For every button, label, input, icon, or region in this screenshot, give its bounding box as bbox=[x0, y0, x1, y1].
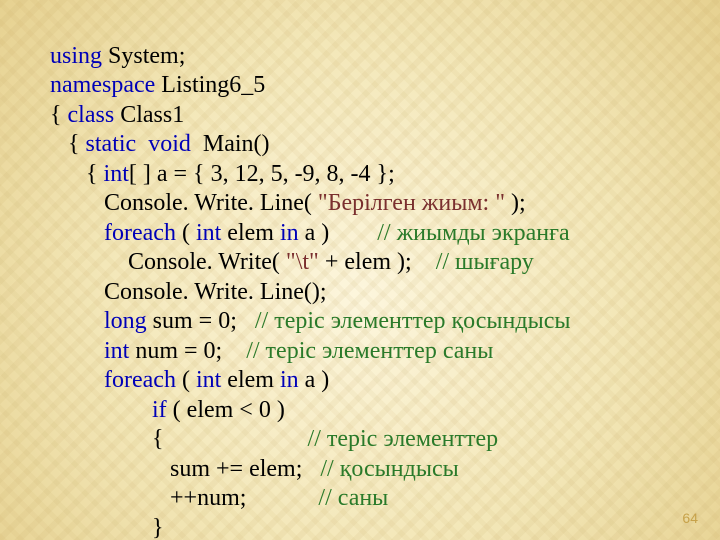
comment: // саны bbox=[318, 485, 388, 511]
code-text: elem bbox=[221, 367, 280, 393]
kw-if: if bbox=[152, 397, 167, 423]
code-text: Listing6_5 bbox=[155, 72, 265, 98]
code-text: { bbox=[50, 426, 308, 452]
code-text: sum += elem; bbox=[50, 456, 320, 482]
kw-class: class bbox=[68, 102, 115, 128]
kw-static: static bbox=[86, 131, 137, 157]
comment: // теріс элементтер bbox=[308, 426, 499, 452]
code-text: elem bbox=[221, 220, 280, 246]
code-text: num = 0; bbox=[129, 338, 246, 364]
code-text: System; bbox=[102, 43, 185, 69]
kw-in: in bbox=[280, 220, 299, 246]
code-text: } bbox=[50, 515, 164, 540]
code-text: Main() bbox=[191, 131, 270, 157]
page-number: 64 bbox=[682, 510, 698, 526]
kw-int: int bbox=[196, 367, 221, 393]
code-text: Console. Write. Line(); bbox=[50, 279, 327, 305]
kw-int: int bbox=[196, 220, 221, 246]
comment: // теріс элементтер қосындысы bbox=[255, 308, 571, 334]
comment: // теріс элементтер саны bbox=[246, 338, 493, 364]
code-text: { bbox=[50, 131, 86, 157]
kw-int: int bbox=[104, 161, 129, 187]
code-text bbox=[50, 397, 152, 423]
code-text: + elem ); bbox=[319, 249, 436, 275]
code-text: Console. Write( bbox=[50, 249, 286, 275]
code-text: a ) bbox=[299, 220, 378, 246]
code-text bbox=[50, 220, 104, 246]
kw-using: using bbox=[50, 43, 102, 69]
code-text: ( elem < 0 ) bbox=[167, 397, 285, 423]
kw-void: void bbox=[148, 131, 191, 157]
comment: // қосындысы bbox=[320, 456, 458, 482]
kw-foreach: foreach bbox=[104, 367, 176, 393]
code-text: ++num; bbox=[50, 485, 318, 511]
code-text: Console. Write. Line( bbox=[50, 190, 318, 216]
code-text bbox=[50, 308, 104, 334]
code-text bbox=[136, 131, 148, 157]
code-text: { bbox=[50, 102, 68, 128]
code-listing: using System; namespace Listing6_5 { cla… bbox=[50, 12, 571, 540]
code-text: ( bbox=[176, 220, 196, 246]
code-text: sum = 0; bbox=[147, 308, 255, 334]
kw-long: long bbox=[104, 308, 147, 334]
kw-namespace: namespace bbox=[50, 72, 155, 98]
kw-int: int bbox=[104, 338, 129, 364]
string-literal: "Берілген жиым: " bbox=[318, 190, 505, 216]
code-text: Class1 bbox=[114, 102, 184, 128]
code-text bbox=[50, 338, 104, 364]
code-text: a ) bbox=[299, 367, 330, 393]
comment: // жиымды экранға bbox=[377, 220, 569, 246]
code-text: { bbox=[50, 161, 104, 187]
comment: // шығару bbox=[436, 249, 534, 275]
code-text: ); bbox=[505, 190, 526, 216]
code-text: [ ] a = { 3, 12, 5, -9, 8, -4 }; bbox=[129, 161, 395, 187]
kw-in: in bbox=[280, 367, 299, 393]
string-literal: "\t" bbox=[286, 249, 319, 275]
code-text: ( bbox=[176, 367, 196, 393]
kw-foreach: foreach bbox=[104, 220, 176, 246]
code-text bbox=[50, 367, 104, 393]
